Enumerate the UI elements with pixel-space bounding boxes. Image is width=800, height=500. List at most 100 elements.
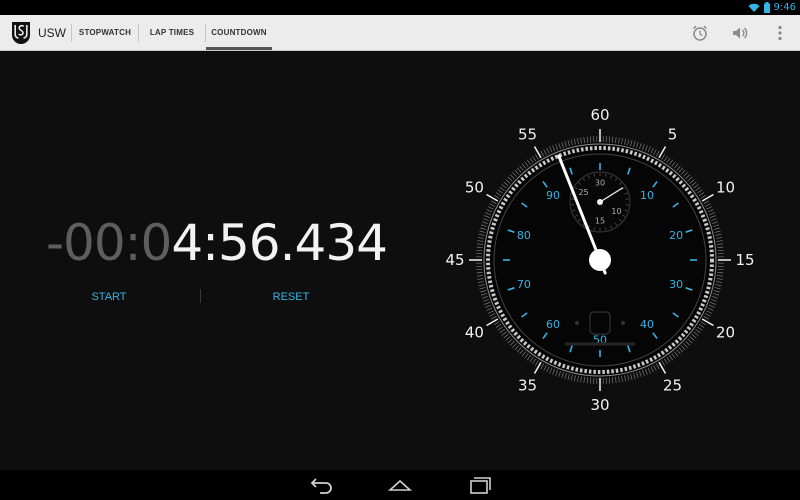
dial-outer-label: 30 [590, 396, 609, 414]
dial-tick [505, 336, 511, 341]
dial-tick [716, 240, 723, 242]
dial-tick [526, 159, 531, 165]
button-divider [200, 289, 201, 303]
dial-tick [717, 272, 724, 274]
sub-dial-label: 30 [595, 179, 605, 188]
dial-tick [481, 224, 487, 227]
dial-tick [486, 318, 499, 327]
dial-tick [586, 377, 588, 384]
battery-icon [763, 2, 770, 13]
tab-lap-times[interactable]: LAP TIMES [139, 15, 205, 50]
dial-tick [695, 329, 701, 334]
dial-tick [543, 149, 547, 155]
dial-tick [509, 174, 515, 179]
dial-tick [501, 184, 507, 189]
tab-countdown[interactable]: COUNTDOWN [206, 15, 272, 50]
dial-tick [661, 154, 666, 160]
recents-icon[interactable] [466, 475, 494, 495]
dial-tick [480, 227, 487, 230]
dial-tick [712, 296, 719, 299]
dial-tick [661, 360, 666, 366]
countdown-remaining: 4:56.434 [171, 214, 388, 272]
dial-tick [687, 338, 693, 344]
dial-tick [558, 371, 561, 377]
dial-tick [524, 353, 529, 359]
overflow-menu-icon[interactable] [770, 23, 790, 43]
dial-tick [479, 230, 486, 233]
sub-dial-label: 15 [595, 217, 605, 226]
dial-tick [666, 357, 671, 363]
tab-stopwatch[interactable]: STOPWATCH [72, 15, 138, 50]
dial-tick [476, 246, 483, 248]
dial-outer-label: 20 [716, 324, 735, 342]
dial-tick [711, 299, 717, 302]
dial-tick [533, 361, 542, 374]
dial-tick [540, 363, 544, 370]
dial-tick [494, 321, 500, 326]
dial-tick [533, 146, 542, 159]
dial-tick [483, 218, 489, 221]
dial-tick [647, 367, 651, 374]
dial-tick [653, 149, 657, 155]
dial-tick [558, 143, 561, 149]
dial-tick [534, 154, 539, 160]
dial-tick [685, 341, 691, 346]
dial-tick [612, 136, 614, 143]
dial-outer-label: 15 [735, 251, 754, 269]
dial-tick [678, 347, 684, 353]
dial-tick [526, 355, 531, 361]
dial-tick [621, 138, 623, 145]
dial-tick [481, 296, 488, 299]
usw-logo[interactable] [11, 21, 31, 45]
dial-tick [689, 336, 695, 341]
start-button[interactable]: START [34, 286, 184, 308]
dial-tick [698, 192, 705, 196]
dial-tick [532, 155, 536, 162]
home-icon[interactable] [386, 475, 414, 495]
dial-tick [627, 139, 630, 146]
dial-tick [484, 302, 490, 305]
action-bar: USW STOPWATCH LAP TIMES COUNTDOWN [0, 15, 800, 51]
selected-tab-indicator [206, 47, 272, 50]
dial-tick [715, 281, 722, 283]
alarm-icon[interactable] [690, 23, 710, 43]
dial-tick [524, 161, 529, 167]
reset-button[interactable]: RESET [216, 286, 366, 308]
dial-tick [486, 209, 493, 213]
dial-tick [644, 145, 648, 152]
app-title: USW [38, 26, 66, 40]
dial-tick [618, 376, 620, 383]
dial-tick [507, 176, 513, 182]
dial-tick [666, 157, 671, 163]
dial-tick [486, 307, 493, 311]
dial-tick [514, 345, 519, 351]
back-icon[interactable] [306, 475, 334, 495]
dial-tick [516, 347, 522, 353]
dial-tick [481, 293, 487, 296]
dial-tick [656, 363, 660, 370]
dial-tick [716, 278, 723, 280]
dial-tick [703, 316, 710, 320]
dial-tick [477, 278, 484, 280]
dial-tick [478, 284, 485, 287]
dial-tick [717, 246, 724, 248]
dial-outer-label: 10 [716, 179, 735, 197]
dial-tick [693, 331, 699, 336]
dial-inner-label: 20 [669, 229, 683, 242]
dial-tick [519, 349, 524, 355]
dial-tick [529, 157, 534, 163]
volume-icon[interactable] [730, 23, 750, 43]
dial-tick [532, 358, 536, 365]
dial-tick [478, 237, 485, 239]
dial-tick [650, 147, 654, 154]
dial-tick [653, 365, 657, 371]
dial-tick [534, 360, 539, 366]
countdown-prefix: -00:0 [46, 214, 172, 272]
dial-tick [716, 275, 723, 277]
dial-tick [552, 145, 556, 152]
dial-tick [713, 227, 720, 230]
dial-tick [678, 167, 684, 173]
dial-tick [494, 194, 500, 199]
dial-tick [477, 243, 484, 245]
dial-tick [706, 206, 713, 210]
